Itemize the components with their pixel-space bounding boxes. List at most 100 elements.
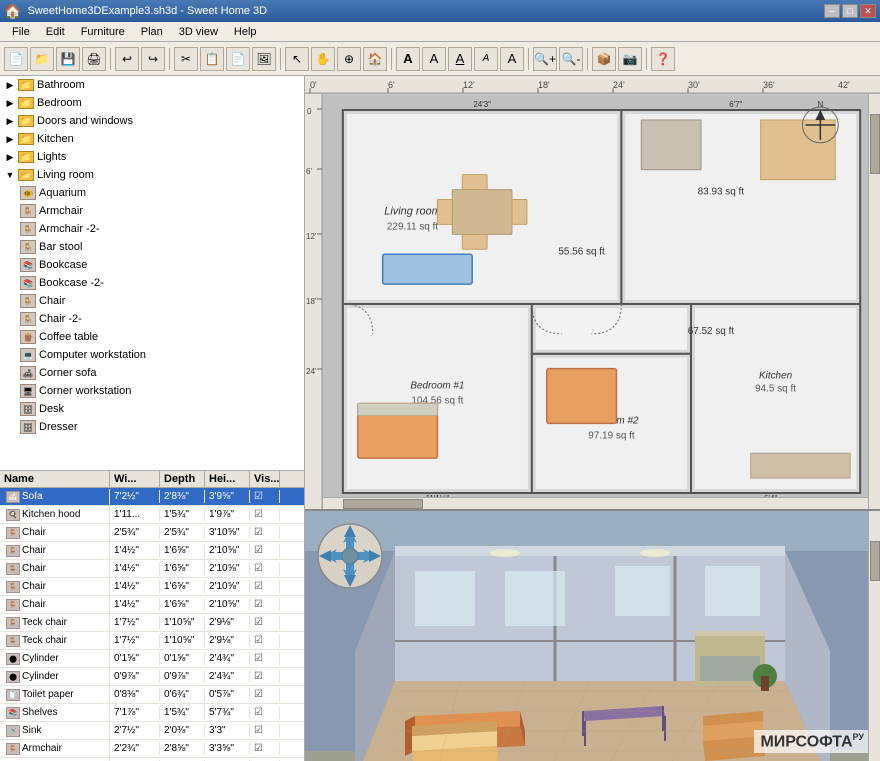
row-vis-cylinder2[interactable]: ☑ bbox=[250, 670, 280, 683]
tree-item-bathroom[interactable]: ▶ 📁 Bathroom bbox=[0, 76, 304, 94]
toolbar-paste[interactable]: 📄 bbox=[226, 47, 250, 71]
toolbar-new[interactable]: 📄 bbox=[4, 47, 28, 71]
row-vis-cylinder1[interactable]: ☑ bbox=[250, 652, 280, 665]
row-width-sofa: 7'2½" bbox=[110, 490, 160, 503]
maximize-button[interactable]: □ bbox=[842, 4, 858, 18]
prop-row-chair5[interactable]: 🪑 Chair 1'4½" 1'6⅝" 2'10⅝" ☑ bbox=[0, 596, 304, 614]
close-button[interactable]: ✕ bbox=[860, 4, 876, 18]
prop-row-toiletpaper[interactable]: 🧻 Toilet paper 0'8⅜" 0'6¾" 0'5⅞" ☑ bbox=[0, 686, 304, 704]
menu-file[interactable]: File bbox=[4, 24, 38, 40]
tree-item-livingroom[interactable]: ▼ 📂 Living room bbox=[0, 166, 304, 184]
menu-edit[interactable]: Edit bbox=[38, 24, 73, 40]
toolbar-copy[interactable]: 📋 bbox=[200, 47, 224, 71]
toolbar-undo[interactable]: ↩ bbox=[115, 47, 139, 71]
toolbar-camera[interactable]: 📷 bbox=[618, 47, 642, 71]
prop-row-armchair[interactable]: 🪑 Armchair 2'2¾" 2'8⅝" 3'3⅝" ☑ bbox=[0, 740, 304, 758]
toolbar-text5[interactable]: A bbox=[500, 47, 524, 71]
tree-item-bookcase[interactable]: 📚 Bookcase bbox=[16, 256, 304, 274]
minimize-button[interactable]: ─ bbox=[824, 4, 840, 18]
prop-row-chair2[interactable]: 🪑 Chair 1'4½" 1'6⅝" 2'10⅝" ☑ bbox=[0, 542, 304, 560]
tree-item-cornersofa[interactable]: 🛋 Corner sofa bbox=[16, 364, 304, 382]
prop-row-cylinder1[interactable]: ⬤ Cylinder 0'1⅝" 0'1⅝" 2'4¾" ☑ bbox=[0, 650, 304, 668]
prop-row-cylinder2[interactable]: ⬤ Cylinder 0'9⅞" 0'9⅞" 2'4¾" ☑ bbox=[0, 668, 304, 686]
prop-row-teckchair1[interactable]: 🪑 Teck chair 1'7½" 1'10⅝" 2'9⅛" ☑ bbox=[0, 614, 304, 632]
toolbar-zoom-out[interactable]: 🔍- bbox=[559, 47, 583, 71]
toolbar-text3[interactable]: A bbox=[448, 47, 472, 71]
prop-row-shelves[interactable]: 📚 Shelves 7'1⅞" 1'5¾" 5'7¾" ☑ bbox=[0, 704, 304, 722]
toolbar-cut[interactable]: ✂ bbox=[174, 47, 198, 71]
tree-item-bookcase2[interactable]: 📚 Bookcase -2- bbox=[16, 274, 304, 292]
row-vis-sofa[interactable]: ☑ bbox=[250, 490, 280, 503]
toolbar-photo[interactable]: 🖼 bbox=[252, 47, 276, 71]
tree-item-chair[interactable]: 🪑 Chair bbox=[16, 292, 304, 310]
properties-table[interactable]: Name Wi... Depth Hei... Vis... 🛋 Sofa 7'… bbox=[0, 471, 304, 761]
tree-item-doors[interactable]: ▶ 📁 Doors and windows bbox=[0, 112, 304, 130]
row-vis-chair3[interactable]: ☑ bbox=[250, 562, 280, 575]
floorplan-vscrollthumb[interactable] bbox=[870, 114, 880, 174]
row-vis-kitchenhood[interactable]: ☑ bbox=[250, 508, 280, 521]
toolbar-zoom-in[interactable]: 🔍+ bbox=[533, 47, 557, 71]
tree-item-armchair[interactable]: 🪑 Armchair bbox=[16, 202, 304, 220]
row-vis-shelves[interactable]: ☑ bbox=[250, 706, 280, 719]
floorplan-vscroll[interactable] bbox=[868, 94, 880, 509]
menu-help[interactable]: Help bbox=[226, 24, 265, 40]
row-vis-sink[interactable]: ☑ bbox=[250, 724, 280, 737]
view3d-vscroll[interactable] bbox=[868, 511, 880, 761]
toolbar-help[interactable]: ❓ bbox=[651, 47, 675, 71]
prop-row-kitchenhood[interactable]: 🍳 Kitchen hood 1'11... 1'5¾" 1'9⅞" ☑ bbox=[0, 506, 304, 524]
toolbar-select[interactable]: ↖ bbox=[285, 47, 309, 71]
menu-furniture[interactable]: Furniture bbox=[73, 24, 133, 40]
row-vis-armchair[interactable]: ☑ bbox=[250, 742, 280, 755]
prop-row-chair4[interactable]: 🪑 Chair 1'4½" 1'6⅝" 2'10⅝" ☑ bbox=[0, 578, 304, 596]
floor-plan[interactable]: 0' 6' 12' 18' 24' 30' 36' 42' bbox=[305, 76, 880, 511]
prop-row-chair3[interactable]: 🪑 Chair 1'4½" 1'6⅝" 2'10⅝" ☑ bbox=[0, 560, 304, 578]
floor-plan-content[interactable]: Living room 229.11 sq ft Bedroom #1 104.… bbox=[323, 94, 880, 509]
tree-item-cornerwork[interactable]: 🖥 Corner workstation bbox=[16, 382, 304, 400]
furniture-tree[interactable]: ▶ 📁 Bathroom ▶ 📁 Bedroom ▶ 📁 Doors and w… bbox=[0, 76, 304, 471]
item-icon-chair2: 🪑 bbox=[20, 312, 36, 326]
item-icon-computer: 💻 bbox=[20, 348, 36, 362]
prop-row-sink[interactable]: 🚿 Sink 2'7½" 2'0⅜" 3'3" ☑ bbox=[0, 722, 304, 740]
tree-item-barstool[interactable]: 🪑 Bar stool bbox=[16, 238, 304, 256]
floorplan-hscroll[interactable] bbox=[323, 497, 868, 509]
tree-item-computer[interactable]: 💻 Computer workstation bbox=[16, 346, 304, 364]
tree-item-chair2[interactable]: 🪑 Chair -2- bbox=[16, 310, 304, 328]
toolbar-add-room[interactable]: 🏠 bbox=[363, 47, 387, 71]
toolbar-redo[interactable]: ↪ bbox=[141, 47, 165, 71]
row-vis-toiletpaper[interactable]: ☑ bbox=[250, 688, 280, 701]
row-vis-chair2[interactable]: ☑ bbox=[250, 544, 280, 557]
svg-text:6': 6' bbox=[388, 80, 395, 90]
prop-row-sofa[interactable]: 🛋 Sofa 7'2½" 2'8⅜" 3'9⅝" ☑ bbox=[0, 488, 304, 506]
prop-row-teckchair2[interactable]: 🪑 Teck chair 1'7½" 1'10⅝" 2'9⅛" ☑ bbox=[0, 632, 304, 650]
row-vis-teckchair1[interactable]: ☑ bbox=[250, 616, 280, 629]
toolbar-3d[interactable]: 📦 bbox=[592, 47, 616, 71]
prop-row-chair1[interactable]: 🪑 Chair 2'5¾" 2'5¾" 3'10⅝" ☑ bbox=[0, 524, 304, 542]
tree-item-desk[interactable]: 🗄 Desk bbox=[16, 400, 304, 418]
tree-item-lights[interactable]: ▶ 📁 Lights bbox=[0, 148, 304, 166]
tree-item-coffeetable[interactable]: 🪵 Coffee table bbox=[16, 328, 304, 346]
row-vis-chair5[interactable]: ☑ bbox=[250, 598, 280, 611]
row-vis-teckchair2[interactable]: ☑ bbox=[250, 634, 280, 647]
tree-item-kitchen[interactable]: ▶ 📁 Kitchen bbox=[0, 130, 304, 148]
view3d-vscrollthumb[interactable] bbox=[870, 541, 880, 581]
tree-item-armchair2[interactable]: 🪑 Armchair -2- bbox=[16, 220, 304, 238]
row-vis-chair4[interactable]: ☑ bbox=[250, 580, 280, 593]
toolbar-text4[interactable]: A bbox=[474, 47, 498, 71]
toolbar-print[interactable]: 🖨 bbox=[82, 47, 106, 71]
floorplan-hscrollthumb[interactable] bbox=[343, 499, 423, 509]
toolbar-text1[interactable]: A bbox=[396, 47, 420, 71]
tree-item-dresser[interactable]: 🗄 Dresser bbox=[16, 418, 304, 436]
toolbar-open[interactable]: 📁 bbox=[30, 47, 54, 71]
tree-item-bedroom[interactable]: ▶ 📁 Bedroom bbox=[0, 94, 304, 112]
toolbar-add-wall[interactable]: ⊕ bbox=[337, 47, 361, 71]
row-width-chair2: 1'4½" bbox=[110, 544, 160, 557]
toolbar-save[interactable]: 💾 bbox=[56, 47, 80, 71]
toolbar-text2[interactable]: A bbox=[422, 47, 446, 71]
toolbar-pan[interactable]: ✋ bbox=[311, 47, 335, 71]
view-3d[interactable]: МИРСОФТАРУ bbox=[305, 511, 880, 761]
menu-3dview[interactable]: 3D view bbox=[171, 24, 226, 40]
tree-item-aquarium[interactable]: 🐠 Aquarium bbox=[16, 184, 304, 202]
menu-plan[interactable]: Plan bbox=[133, 24, 171, 40]
row-vis-chair1[interactable]: ☑ bbox=[250, 526, 280, 539]
folder-icon-bedroom: 📁 bbox=[18, 97, 34, 109]
